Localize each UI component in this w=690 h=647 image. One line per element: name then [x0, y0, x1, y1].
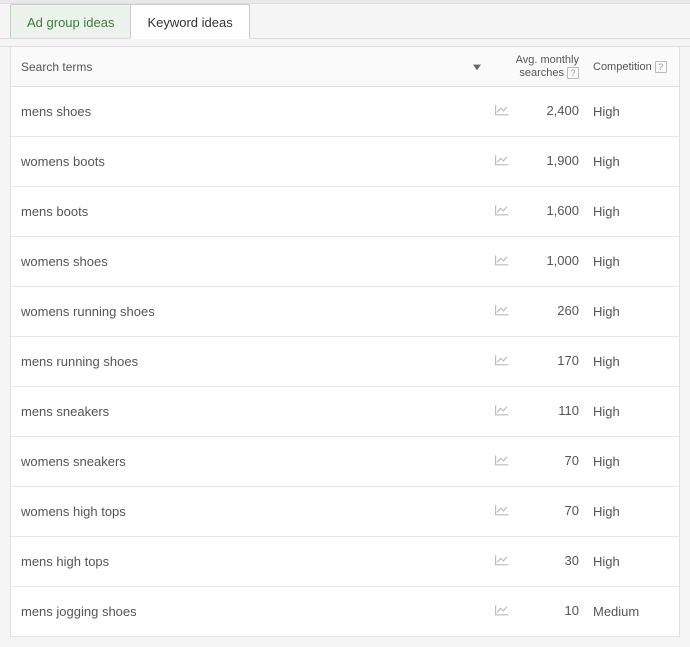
chart-icon	[494, 353, 510, 370]
table-row: mens boots 1,600High	[11, 187, 679, 237]
header-competition-label: Competition	[593, 61, 652, 73]
cell-avg-searches: 70	[517, 504, 587, 518]
cell-search-term[interactable]: mens high tops	[11, 554, 467, 569]
trend-chart-button[interactable]	[487, 603, 517, 620]
sort-desc-icon	[473, 59, 481, 74]
trend-chart-button[interactable]	[487, 103, 517, 120]
chart-icon	[494, 153, 510, 170]
header-avg-line2: searches	[519, 67, 564, 79]
chart-icon	[494, 403, 510, 420]
chart-icon	[494, 203, 510, 220]
chart-icon	[494, 503, 510, 520]
table-row: mens sneakers 110High	[11, 387, 679, 437]
trend-chart-button[interactable]	[487, 153, 517, 170]
cell-avg-searches: 260	[517, 304, 587, 318]
cell-search-term[interactable]: womens shoes	[11, 254, 467, 269]
cell-search-term[interactable]: womens sneakers	[11, 454, 467, 469]
cell-avg-searches: 170	[517, 354, 587, 368]
table-row: womens high tops 70High	[11, 487, 679, 537]
table-body: mens shoes2,400Highwomens boots1,900High…	[11, 87, 679, 637]
header-search-terms-label: Search terms	[21, 60, 92, 74]
tab-spacer	[0, 39, 690, 47]
header-competition[interactable]: Competition ?	[587, 61, 679, 73]
table-row: womens boots 1,900High	[11, 137, 679, 187]
trend-chart-button[interactable]	[487, 203, 517, 220]
header-avg-line1: Avg. monthly	[516, 54, 579, 66]
cell-search-term[interactable]: mens sneakers	[11, 404, 467, 419]
cell-competition: High	[587, 554, 679, 569]
cell-avg-searches: 1,600	[517, 204, 587, 218]
sort-indicator[interactable]	[467, 59, 487, 74]
cell-competition: High	[587, 354, 679, 369]
table-row: womens shoes 1,000High	[11, 237, 679, 287]
trend-chart-button[interactable]	[487, 503, 517, 520]
table-row: womens running shoes 260High	[11, 287, 679, 337]
cell-search-term[interactable]: mens running shoes	[11, 354, 467, 369]
cell-competition: High	[587, 254, 679, 269]
table-row: womens sneakers 70High	[11, 437, 679, 487]
cell-avg-searches: 70	[517, 454, 587, 468]
cell-avg-searches: 1,900	[517, 154, 587, 168]
cell-avg-searches: 10	[517, 604, 587, 618]
cell-search-term[interactable]: womens boots	[11, 154, 467, 169]
table-row: mens high tops 30High	[11, 537, 679, 587]
chart-icon	[494, 253, 510, 270]
header-avg-searches[interactable]: Avg. monthly searches ?	[517, 54, 587, 78]
cell-avg-searches: 110	[517, 404, 587, 418]
cell-search-term[interactable]: mens jogging shoes	[11, 604, 467, 619]
help-icon[interactable]: ?	[567, 67, 579, 79]
cell-search-term[interactable]: womens running shoes	[11, 304, 467, 319]
keyword-table: Search terms Avg. monthly searches ? Com…	[10, 47, 680, 637]
chart-icon	[494, 553, 510, 570]
trend-chart-button[interactable]	[487, 353, 517, 370]
cell-competition: High	[587, 504, 679, 519]
cell-avg-searches: 1,000	[517, 254, 587, 268]
chart-icon	[494, 303, 510, 320]
table-row: mens shoes 2,400High	[11, 87, 679, 137]
cell-competition: High	[587, 104, 679, 119]
trend-chart-button[interactable]	[487, 453, 517, 470]
tab-keyword-ideas[interactable]: Keyword ideas	[130, 4, 249, 39]
chart-icon	[494, 103, 510, 120]
cell-competition: High	[587, 154, 679, 169]
cell-competition: High	[587, 404, 679, 419]
table-row: mens jogging shoes 10Medium	[11, 587, 679, 637]
tab-ad-group-ideas[interactable]: Ad group ideas	[10, 4, 131, 38]
chart-icon	[494, 453, 510, 470]
table-row: mens running shoes 170High	[11, 337, 679, 387]
cell-search-term[interactable]: mens boots	[11, 204, 467, 219]
table-header-row: Search terms Avg. monthly searches ? Com…	[11, 47, 679, 87]
cell-search-term[interactable]: womens high tops	[11, 504, 467, 519]
cell-avg-searches: 2,400	[517, 104, 587, 118]
header-search-terms[interactable]: Search terms	[11, 60, 467, 74]
tabs-container: Ad group ideas Keyword ideas	[0, 4, 690, 39]
cell-avg-searches: 30	[517, 554, 587, 568]
trend-chart-button[interactable]	[487, 253, 517, 270]
cell-competition: High	[587, 204, 679, 219]
cell-search-term[interactable]: mens shoes	[11, 104, 467, 119]
trend-chart-button[interactable]	[487, 303, 517, 320]
chart-icon	[494, 603, 510, 620]
help-icon[interactable]: ?	[655, 61, 667, 73]
cell-competition: Medium	[587, 604, 679, 619]
trend-chart-button[interactable]	[487, 553, 517, 570]
cell-competition: High	[587, 454, 679, 469]
trend-chart-button[interactable]	[487, 403, 517, 420]
cell-competition: High	[587, 304, 679, 319]
